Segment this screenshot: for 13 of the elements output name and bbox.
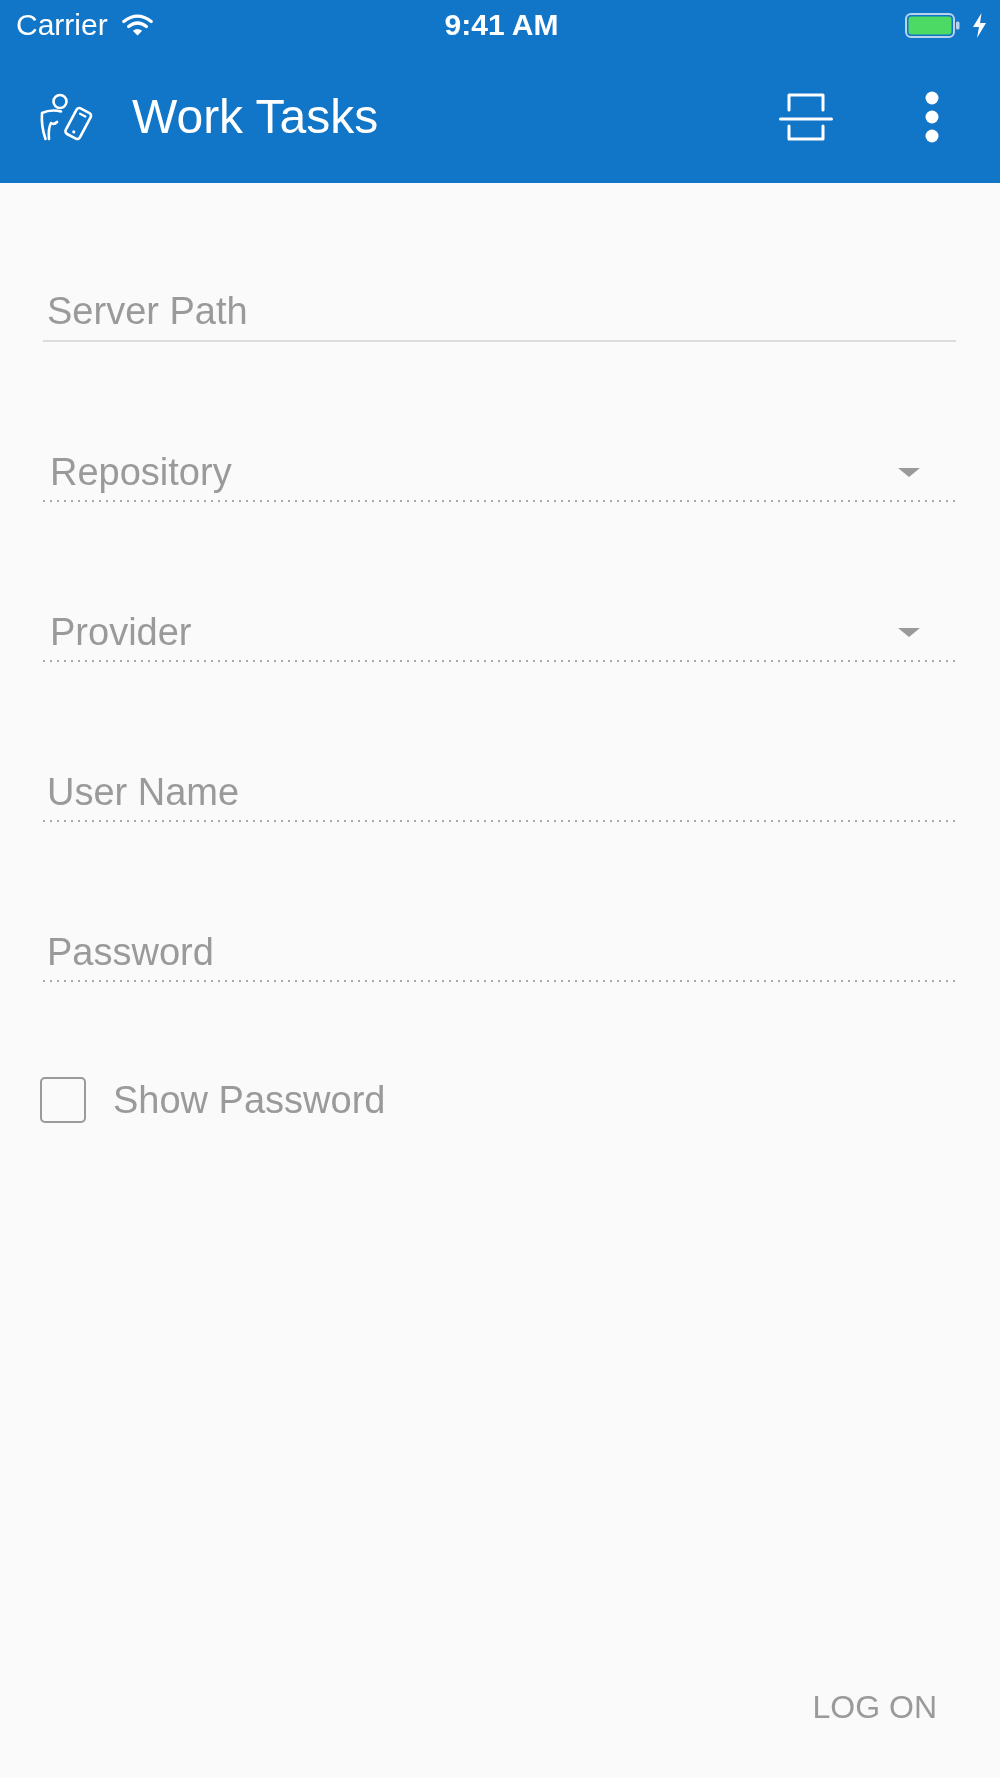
wifi-icon: [121, 14, 153, 36]
app-title: Work Tasks: [132, 89, 379, 144]
caret-icon: [898, 467, 920, 477]
input-field[interactable]: Server Path: [43, 282, 956, 342]
bolt-icon: [972, 12, 987, 38]
scan-icon[interactable]: [779, 92, 833, 141]
caret-icon: [898, 627, 920, 637]
battery-icon: [905, 12, 960, 38]
clock-time: 9:41 AM: [444, 8, 559, 42]
carrier-label: Carrier: [16, 8, 108, 42]
show-password-label[interactable]: Show Password: [113, 1078, 386, 1122]
checkbox[interactable]: [40, 1077, 86, 1123]
menu-icon[interactable]: [925, 90, 939, 143]
